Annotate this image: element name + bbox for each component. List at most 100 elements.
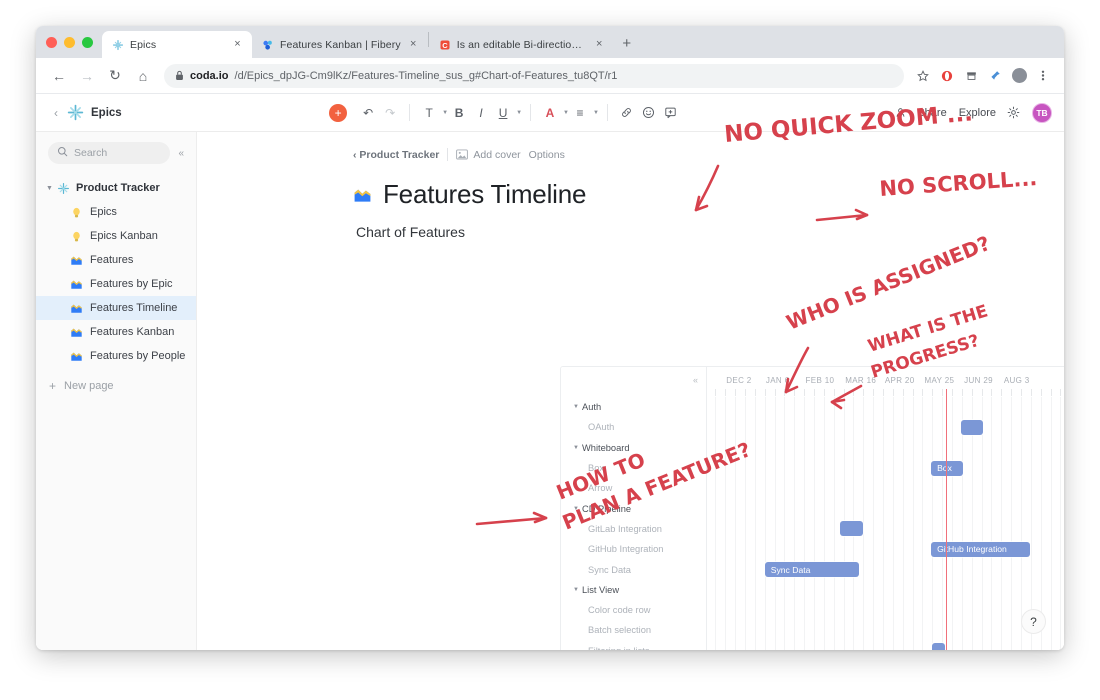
browser-tab-bidirectional[interactable]: C Is an editable Bi-directional re × — [429, 31, 614, 58]
bold-button[interactable]: B — [448, 101, 470, 125]
add-cover-button[interactable]: Add cover — [456, 149, 521, 161]
gantt-bar[interactable] — [931, 643, 945, 650]
gantt-gridline — [981, 397, 983, 650]
gantt-bar-label: Sync Data — [770, 564, 811, 575]
address-bar[interactable]: coda.io/d/Epics_dpJG-Cm9lKz/Features-Tim… — [164, 63, 904, 88]
gantt-row-label[interactable]: Box — [561, 458, 706, 478]
chevron-down-icon[interactable]: ▼ — [573, 506, 582, 512]
minimize-window-button[interactable] — [64, 36, 75, 48]
share-button[interactable]: Share — [911, 107, 952, 119]
gantt-row-label[interactable]: ▼ List View — [561, 580, 706, 600]
chevron-down-icon[interactable]: ▼ — [516, 110, 522, 116]
close-window-button[interactable] — [46, 36, 57, 48]
explore-button[interactable]: Explore — [953, 107, 1002, 119]
gantt-gridline — [804, 397, 806, 650]
gantt-bar[interactable] — [961, 419, 984, 435]
link-icon[interactable] — [616, 101, 638, 125]
gantt-gridline — [764, 397, 766, 650]
browser-tab-epics[interactable]: Epics × — [102, 31, 252, 58]
reload-icon[interactable]: ↻ — [102, 63, 128, 89]
emoji-icon[interactable] — [638, 101, 660, 125]
search-input[interactable]: Search — [48, 142, 171, 164]
sidebar-item-features-timeline[interactable]: Features Timeline — [36, 296, 196, 320]
sidebar-item-product-tracker[interactable]: ▼ Product Tracker — [36, 176, 196, 200]
pin-icon[interactable] — [984, 65, 1006, 87]
home-icon[interactable]: ⌂ — [130, 63, 156, 89]
new-tab-button[interactable]: + — [614, 30, 640, 56]
gantt-gridline — [754, 397, 756, 650]
close-icon[interactable]: × — [231, 38, 244, 51]
gantt-axis-tick-label: MAR 16 — [845, 376, 877, 385]
maximize-window-button[interactable] — [82, 36, 93, 48]
close-icon[interactable]: × — [593, 38, 606, 51]
browser-tab-features-kanban[interactable]: Features Kanban | Fibery × — [252, 31, 428, 58]
chevron-down-icon[interactable]: ▼ — [573, 445, 582, 451]
gantt-bar[interactable] — [840, 521, 864, 537]
collapse-panel-icon[interactable]: « — [693, 375, 698, 385]
sidebar-item-features-kanban[interactable]: Features Kanban — [36, 320, 196, 344]
archive-icon[interactable] — [960, 65, 982, 87]
help-button[interactable]: ? — [1021, 609, 1046, 634]
add-button[interactable]: + — [329, 103, 348, 122]
options-button[interactable]: Options — [529, 149, 565, 161]
forward-icon[interactable]: → — [74, 63, 100, 89]
text-color-button[interactable]: A — [539, 101, 561, 125]
coda-app: ‹ Epics + ↶ ↷ T ▼ B I U ▼ A ▼ ≡ ▼ Share … — [36, 94, 1064, 650]
underline-button[interactable]: U — [492, 101, 514, 125]
sidebar-item-epics[interactable]: Epics — [36, 200, 196, 224]
chevron-down-icon[interactable]: ▼ — [593, 110, 599, 116]
new-page-button[interactable]: + New page — [36, 374, 196, 398]
gantt-row-label[interactable]: Arrow — [561, 478, 706, 498]
toolbar-divider — [409, 104, 411, 121]
align-button[interactable]: ≡ — [569, 101, 591, 125]
chevron-down-icon[interactable]: ▼ — [573, 404, 582, 410]
chevron-down-icon[interactable]: ▼ — [46, 185, 57, 192]
gantt-row-label[interactable]: ▼ Whiteboard — [561, 438, 706, 458]
gantt-bar[interactable]: Box — [931, 460, 964, 476]
star-icon[interactable] — [912, 65, 934, 87]
comment-icon[interactable] — [660, 101, 682, 125]
gantt-row-label[interactable]: Filtering in lists — [561, 641, 706, 650]
gantt-timeline-area[interactable]: DEC 2 JAN 6 FEB 10 MAR 16 APR 20 MAY 25 JUN 29… — [707, 367, 1064, 650]
menu-icon[interactable] — [1032, 65, 1054, 87]
gantt-row-label[interactable]: Color code row — [561, 600, 706, 620]
gantt-tick — [745, 389, 747, 396]
redo-button[interactable]: ↷ — [379, 101, 401, 125]
gantt-row-label[interactable]: GitHub Integration — [561, 539, 706, 559]
italic-button[interactable]: I — [470, 101, 492, 125]
sidebar-item-features-by-epic[interactable]: Features by Epic — [36, 272, 196, 296]
undo-button[interactable]: ↶ — [357, 101, 379, 125]
gear-icon[interactable] — [1002, 101, 1024, 125]
chevron-down-icon[interactable]: ▼ — [573, 587, 582, 593]
gantt-row-label[interactable]: ▼ CD Pipeline — [561, 498, 706, 518]
sidebar-item-epics-kanban[interactable]: Epics Kanban — [36, 224, 196, 248]
gantt-row-label[interactable]: GitLab Integration — [561, 519, 706, 539]
gantt-row-label-text: Arrow — [588, 483, 613, 494]
search-placeholder: Search — [74, 147, 108, 159]
gantt-tick — [794, 389, 796, 396]
gantt-tick — [932, 389, 934, 396]
sidebar-item-features-by-people[interactable]: Features by People — [36, 344, 196, 368]
gantt-tick — [1011, 389, 1013, 396]
coda-red-icon: C — [439, 39, 451, 51]
back-icon[interactable]: ← — [46, 63, 72, 89]
close-icon[interactable]: × — [407, 38, 420, 51]
gantt-tick — [843, 389, 845, 396]
app-back-button[interactable]: ‹ — [48, 106, 64, 120]
gantt-row-label[interactable]: Sync Data — [561, 559, 706, 579]
gantt-tick — [902, 389, 904, 396]
text-style-button[interactable]: T — [418, 101, 440, 125]
gantt-row-label[interactable]: OAuth — [561, 417, 706, 437]
gantt-row-label[interactable]: ▼ Auth — [561, 397, 706, 417]
breadcrumb-back-link[interactable]: ‹ Product Tracker — [353, 149, 439, 161]
chart-icon[interactable] — [353, 186, 372, 204]
opera-icon[interactable] — [936, 65, 958, 87]
avatar[interactable]: TB — [1032, 102, 1052, 123]
gantt-tick — [784, 389, 786, 396]
gantt-row-label[interactable]: Batch selection — [561, 620, 706, 640]
profile-icon[interactable] — [1008, 65, 1030, 87]
sidebar-item-features[interactable]: Features — [36, 248, 196, 272]
gantt-bar[interactable]: Sync Data — [764, 562, 860, 577]
collapse-sidebar-icon[interactable]: « — [176, 146, 186, 161]
gantt-tick — [735, 389, 737, 396]
